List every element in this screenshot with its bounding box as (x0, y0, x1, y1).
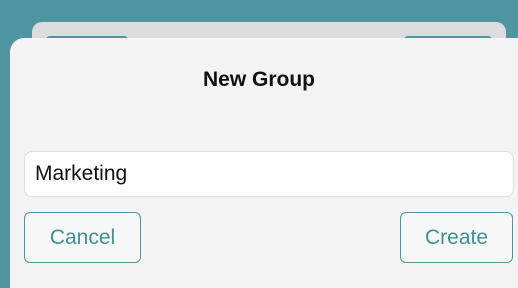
cancel-button[interactable]: Cancel (24, 212, 141, 263)
dialog-title: New Group (202, 68, 315, 91)
create-button[interactable]: Create (400, 212, 513, 263)
group-name-input[interactable] (24, 151, 514, 197)
